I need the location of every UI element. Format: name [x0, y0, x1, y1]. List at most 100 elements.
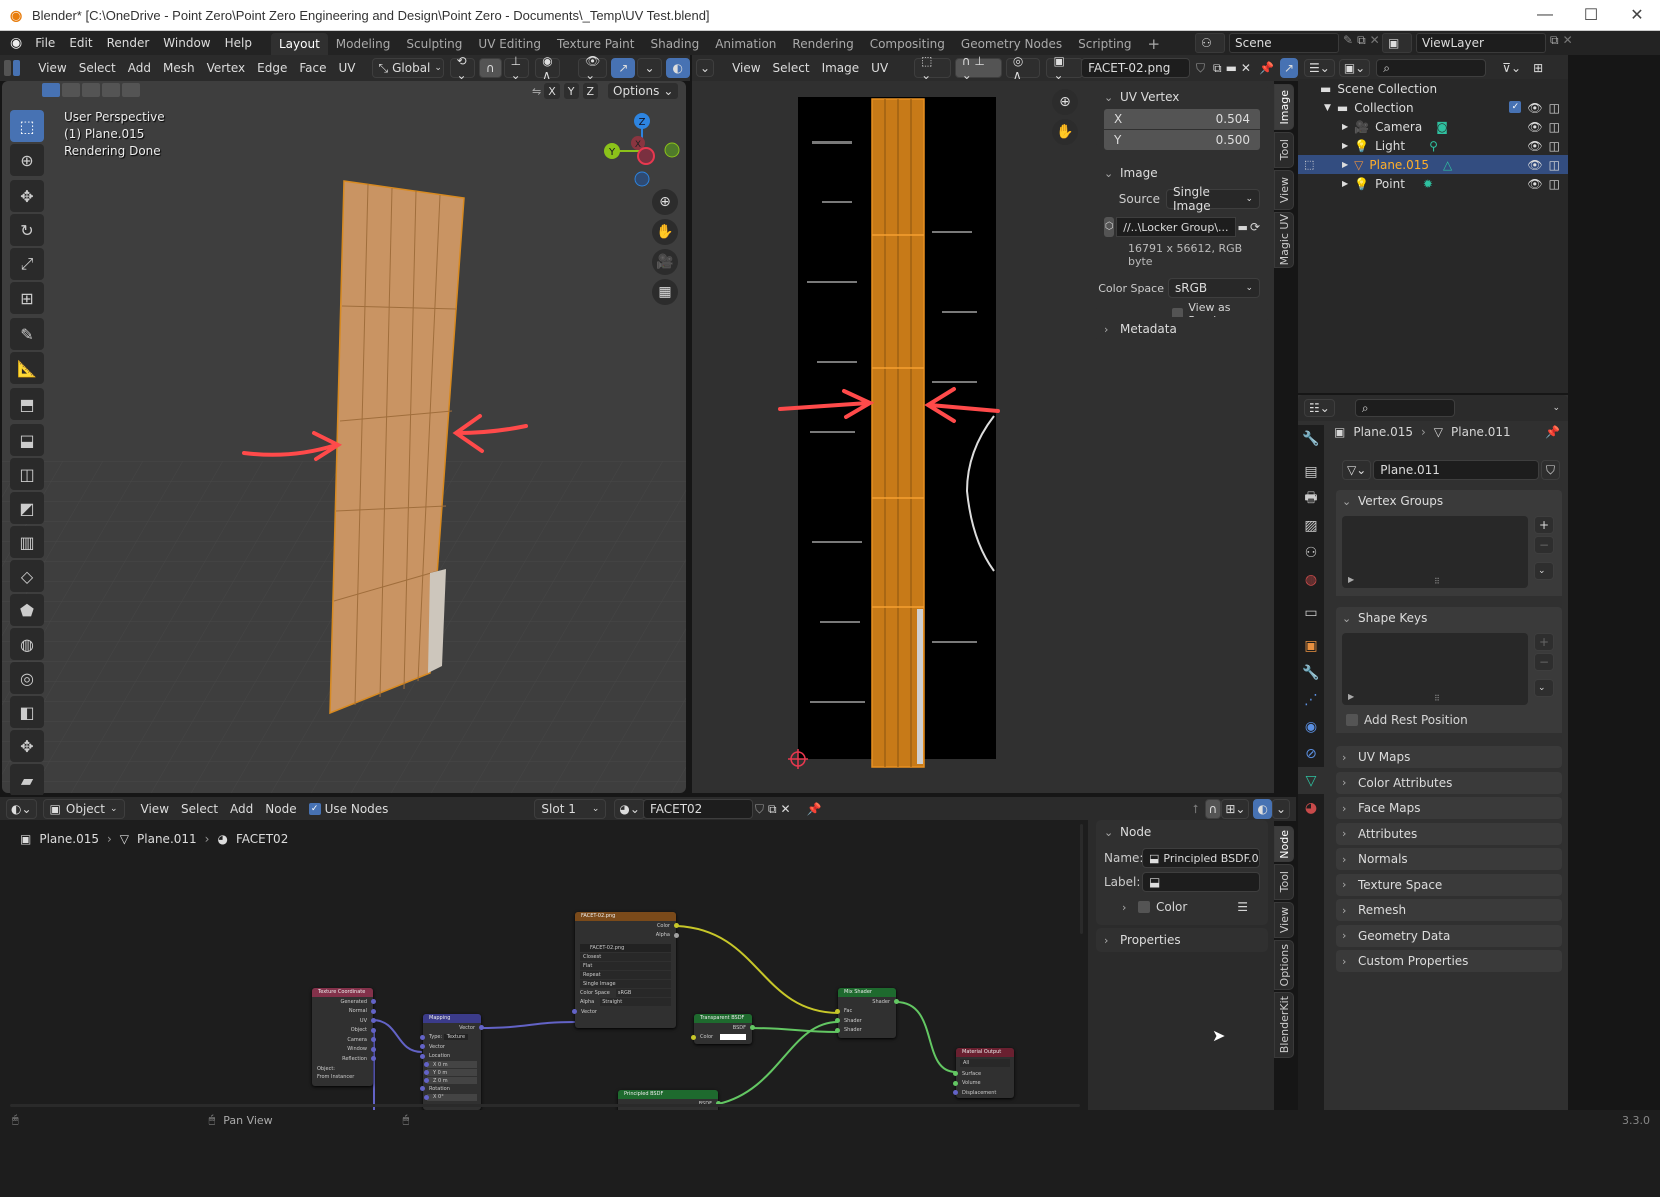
- scale-tool-icon[interactable]: ⤢: [10, 248, 44, 280]
- pan-hand-icon[interactable]: ✋: [652, 219, 678, 245]
- blender-menu-icon[interactable]: ◉: [10, 35, 22, 51]
- properties-panel[interactable]: › Properties: [1096, 928, 1268, 952]
- view-layer-properties-icon[interactable]: ▨: [1298, 512, 1324, 539]
- navigation-gizmo[interactable]: X Z Y: [598, 109, 682, 189]
- minimize-button[interactable]: —: [1522, 0, 1568, 30]
- new-collection-icon[interactable]: ⊞: [1527, 61, 1549, 75]
- menu-render[interactable]: Render: [100, 33, 157, 53]
- tab-texture-paint[interactable]: Texture Paint: [549, 33, 642, 55]
- image-browse-dropdown[interactable]: ▣ ⌄: [1046, 54, 1084, 82]
- color-space-dropdown[interactable]: sRGB ⌄: [1168, 278, 1260, 298]
- node-image-texture[interactable]: FACET-02.png Color Alpha FACET-02.png Cl…: [572, 912, 679, 1028]
- section-uv-maps[interactable]: › UV Maps: [1336, 746, 1562, 768]
- remove-vertex-group-button[interactable]: −: [1534, 536, 1555, 554]
- image-name-field[interactable]: FACET-02.png: [1081, 58, 1190, 78]
- object-properties-icon[interactable]: ▣: [1298, 632, 1324, 659]
- camera-render-icon[interactable]: ◫: [1549, 101, 1560, 115]
- delete-scene-icon[interactable]: ✕: [1370, 33, 1380, 53]
- socket-dot-icon[interactable]: [420, 1044, 425, 1050]
- exclude-checkbox[interactable]: ✓: [1509, 100, 1522, 113]
- tab-compositing[interactable]: Compositing: [862, 33, 953, 55]
- shear-tool-icon[interactable]: ▰: [10, 764, 44, 796]
- y-axis-neg-icon[interactable]: [664, 142, 680, 158]
- maximize-button[interactable]: ☐: [1568, 0, 1614, 30]
- uv-island[interactable]: [871, 98, 925, 768]
- transform-orientation-dropdown[interactable]: ⤡ Global ⌄: [371, 58, 444, 78]
- constraint-properties-icon[interactable]: ⊘: [1298, 740, 1324, 767]
- socket-location[interactable]: Location: [420, 1052, 481, 1062]
- node-tab-options[interactable]: Options: [1274, 940, 1294, 990]
- uv-editor-type-dropdown[interactable]: ⌄: [696, 59, 715, 77]
- node-tab-view[interactable]: View: [1274, 902, 1294, 938]
- new-viewlayer-icon[interactable]: ⧉: [1550, 33, 1559, 53]
- chevron-down-icon[interactable]: ⌄: [1104, 826, 1114, 839]
- shrink-fatten-tool-icon[interactable]: ✥: [10, 730, 44, 762]
- viewport-menu-face[interactable]: Face: [293, 61, 332, 75]
- node-snap-toggle[interactable]: ∩: [1204, 799, 1222, 819]
- select-intersect-icon[interactable]: [122, 83, 140, 97]
- snap-target-dropdown[interactable]: ⊥ ⌄: [503, 54, 530, 82]
- slot-dropdown[interactable]: Slot 1 ⌄: [534, 799, 607, 819]
- viewlayer-name-field[interactable]: ViewLayer: [1416, 33, 1546, 53]
- reload-image-icon[interactable]: ⟳: [1250, 220, 1260, 234]
- viewport-3d[interactable]: User Perspective (1) Plane.015 Rendering…: [2, 81, 686, 793]
- source-dropdown[interactable]: Single Image ⌄: [1166, 185, 1260, 213]
- pin-icon[interactable]: 📌: [1545, 425, 1560, 439]
- browse-file-icon[interactable]: ▬: [1238, 221, 1248, 234]
- expand-icon[interactable]: ▶: [1342, 141, 1348, 150]
- node-menu-node[interactable]: Node: [259, 802, 302, 816]
- socket-bsdf[interactable]: BSDF: [694, 1023, 755, 1033]
- camera-render-icon[interactable]: ◫: [1549, 158, 1560, 172]
- eye-icon[interactable]: 👁: [1527, 101, 1542, 115]
- z-axis-neg-icon[interactable]: [634, 171, 650, 187]
- outliner-scene-collection[interactable]: ▬ Scene Collection: [1298, 79, 1568, 98]
- uv-menu-image[interactable]: Image: [816, 61, 866, 75]
- socket-fac[interactable]: Fac: [835, 1007, 896, 1017]
- socket-dot-icon[interactable]: [835, 1008, 840, 1014]
- knife-tool-icon[interactable]: ◇: [10, 560, 44, 592]
- socket-dot-icon[interactable]: [424, 1062, 429, 1067]
- gizmo-dropdown[interactable]: ⌄: [637, 58, 662, 78]
- menu-help[interactable]: Help: [218, 33, 259, 53]
- socket-dot-icon[interactable]: [835, 1018, 840, 1024]
- outliner-item-light[interactable]: ▶ 💡 Light ⚲ 👁 ◫: [1298, 136, 1568, 155]
- resize-handle-icon[interactable]: ⠿: [1434, 694, 1440, 703]
- outliner-item-camera[interactable]: ▶ 🎥 Camera ◙ 👁 ◫: [1298, 117, 1568, 136]
- uv-pan-hand-icon[interactable]: ✋: [1052, 119, 1078, 145]
- resize-handle-icon[interactable]: ⠿: [1434, 577, 1440, 586]
- vertical-scrollbar[interactable]: [1080, 824, 1083, 934]
- socket-reflection[interactable]: Reflection: [312, 1054, 376, 1064]
- zoom-icon[interactable]: ⊕: [652, 189, 678, 215]
- socket-color[interactable]: Color: [575, 921, 679, 931]
- remove-shape-key-button[interactable]: −: [1534, 653, 1555, 671]
- tab-scripting[interactable]: Scripting: [1070, 33, 1139, 55]
- socket-normal[interactable]: Normal: [312, 1007, 376, 1017]
- horizontal-scrollbar[interactable]: [10, 1104, 1080, 1107]
- uv-pivot-dropdown[interactable]: ⬚ ⌄: [914, 54, 951, 82]
- editmode-indicator-icon[interactable]: ⬚: [1304, 158, 1314, 171]
- node-texture-coordinate[interactable]: Texture Coordinate Generated Normal UV O…: [312, 988, 376, 1086]
- socket-alpha[interactable]: Alpha: [575, 931, 679, 941]
- axis-y-toggle[interactable]: Y: [562, 82, 580, 100]
- node-tab-blenderkit[interactable]: BlenderKit: [1274, 992, 1294, 1058]
- node-mix-shader[interactable]: Mix Shader Shader Fac Shader Shader: [835, 988, 899, 1038]
- uv-tab-image[interactable]: Image: [1274, 84, 1294, 130]
- node-overlay-dropdown[interactable]: ⌄: [1271, 799, 1290, 819]
- target-dropdown[interactable]: All: [960, 1059, 1010, 1067]
- section-normals[interactable]: › Normals: [1336, 848, 1562, 870]
- x-axis-icon[interactable]: [637, 147, 655, 165]
- scene-properties-icon[interactable]: ⚇: [1298, 539, 1324, 566]
- scene-name-field[interactable]: Scene: [1229, 33, 1339, 53]
- section-custom-properties[interactable]: › Custom Properties: [1336, 950, 1562, 972]
- socket-dot-icon[interactable]: [953, 1090, 958, 1096]
- chevron-down-icon[interactable]: ⌄: [1104, 91, 1114, 104]
- outliner-item-plane[interactable]: ⬚ ▶ ▽ Plane.015 △ 👁 ◫: [1298, 155, 1568, 174]
- fake-user-icon[interactable]: ⛉: [1540, 460, 1560, 480]
- socket-dot-icon[interactable]: [953, 1071, 958, 1077]
- node-menu-select[interactable]: Select: [175, 802, 224, 816]
- physics-properties-icon[interactable]: ◉: [1298, 713, 1324, 740]
- viewport-menu-select[interactable]: Select: [73, 61, 122, 75]
- expand-icon[interactable]: ▼: [1324, 103, 1331, 113]
- inset-tool-icon[interactable]: ◫: [10, 458, 44, 490]
- bevel-tool-icon[interactable]: ◩: [10, 492, 44, 524]
